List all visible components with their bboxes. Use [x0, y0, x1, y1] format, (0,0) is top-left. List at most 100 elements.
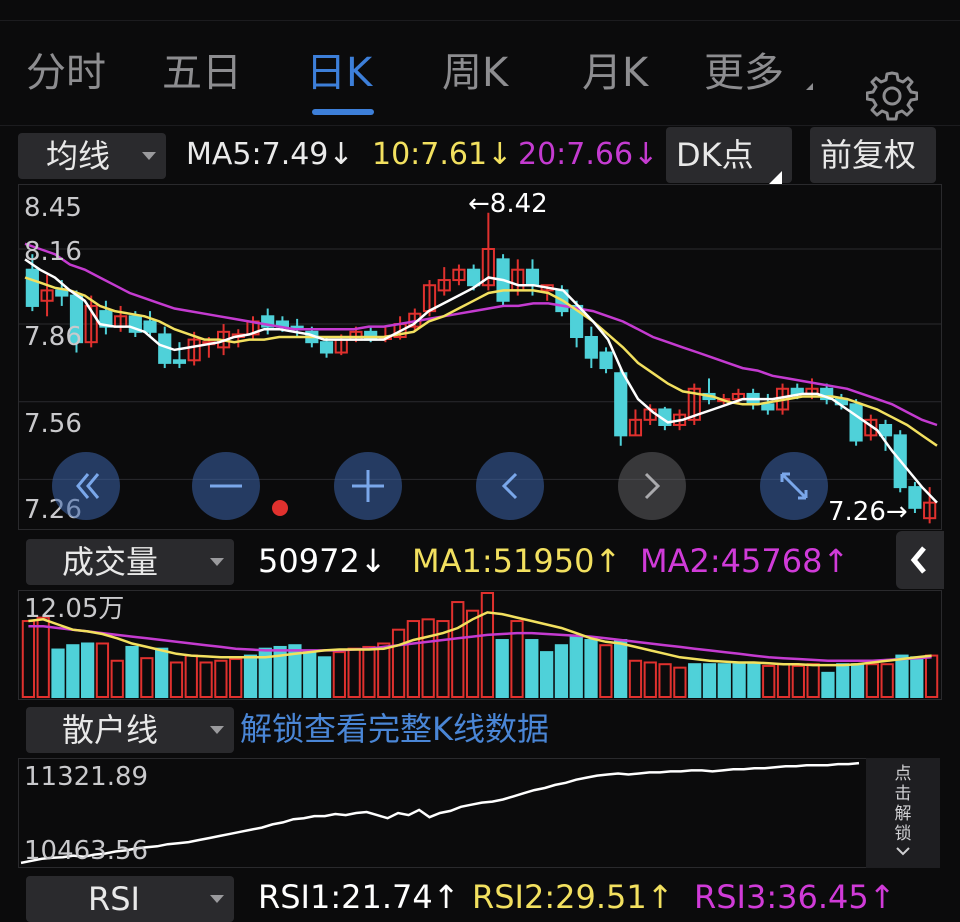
collapse-panel-button[interactable] [896, 531, 944, 589]
unlock-kline-link[interactable]: 解锁查看完整K线数据 [240, 709, 549, 749]
volume-bar [317, 656, 332, 698]
tab-five-day[interactable]: 五日 [162, 49, 242, 97]
chevron-left-icon [501, 472, 518, 500]
candle-body [761, 403, 775, 411]
volume-bar [229, 658, 243, 698]
volume-bar [732, 663, 746, 698]
volume-bar [125, 645, 139, 698]
volume-bar [495, 639, 509, 698]
volume-bar [747, 663, 761, 698]
rsi3-value: RSI3:36.45↑ [694, 878, 896, 916]
volume-bar [51, 648, 65, 698]
volume-bar [169, 661, 184, 699]
tab-daily-k[interactable]: 日K [306, 49, 372, 97]
unlock-char: 解 [894, 804, 912, 824]
volume-bar [910, 656, 924, 698]
price-axis-label: 7.56 [24, 409, 82, 439]
chevron-right-icon [644, 472, 661, 500]
volume-bar [776, 663, 791, 698]
candle-body [614, 372, 628, 437]
volume-bar [791, 664, 805, 698]
price-axis-label: 8.16 [24, 237, 82, 267]
volume-axis-label: 12.05万 [24, 594, 125, 624]
gear-icon[interactable] [865, 69, 919, 121]
volume-bar [540, 651, 554, 698]
minus-icon [210, 484, 242, 488]
volume-ma2: MA2:45768↑ [640, 542, 850, 580]
status-dot [272, 500, 288, 516]
volume-bar [673, 666, 687, 698]
volume-bar [155, 647, 169, 698]
double-chevron-left-icon [76, 473, 100, 499]
rsi-indicator-dropdown[interactable]: RSI [26, 876, 234, 922]
unlock-side-button[interactable]: 点 击 解 锁 [866, 758, 940, 868]
ma-indicator-label: 均线 [46, 137, 111, 175]
unlock-char: 击 [894, 784, 912, 804]
tab-intraday[interactable]: 分时 [26, 49, 106, 97]
volume-bar [243, 654, 258, 699]
tab-more[interactable]: 更多 [704, 49, 784, 97]
scroll-left-button[interactable] [476, 452, 544, 520]
volume-bar [850, 663, 865, 698]
volume-bar [525, 639, 539, 698]
volume-bar [584, 639, 598, 698]
volume-bar [214, 659, 228, 698]
volume-bar [614, 639, 628, 698]
volume-bar [480, 592, 495, 698]
ma5-value: MA5:7.49↓ [186, 137, 354, 172]
price-axis-label: 7.86 [24, 322, 82, 352]
volume-indicator-dropdown[interactable]: 成交量 [26, 539, 234, 585]
dk-point-button[interactable]: DK点 [666, 127, 792, 185]
candle-body [878, 424, 893, 437]
candle-body [849, 403, 863, 442]
volume-chart-panel[interactable] [18, 590, 942, 700]
scroll-start-button[interactable] [52, 452, 120, 520]
zoom-in-button[interactable] [334, 452, 402, 520]
low-price-annotation: 7.26→ [828, 497, 908, 527]
ma10-value: 10:7.61↓ [372, 137, 513, 172]
unlock-char: 锁 [894, 824, 912, 844]
volume-bar [643, 661, 657, 699]
candle-body [525, 268, 540, 287]
volume-bar [465, 609, 480, 698]
volume-bar [332, 651, 346, 698]
forward-adjust-label: 前复权 [820, 136, 917, 174]
volume-bar [880, 663, 894, 698]
volume-bar [451, 601, 465, 698]
chevron-down-icon [142, 152, 156, 160]
forward-adjust-button[interactable]: 前复权 [810, 127, 936, 183]
fullscreen-button[interactable] [760, 452, 828, 520]
volume-bar [95, 642, 110, 698]
active-tab-indicator [312, 109, 374, 115]
volume-bar [865, 663, 879, 698]
volume-bar [569, 635, 583, 698]
volume-bar [762, 664, 776, 698]
volume-bar [377, 642, 391, 698]
volume-bar [924, 654, 939, 699]
volume-bar [184, 654, 198, 699]
volume-bar [658, 663, 672, 698]
volume-indicator-label: 成交量 [62, 543, 159, 581]
scroll-right-button[interactable] [618, 452, 686, 520]
volume-bar [347, 647, 361, 698]
volume-bar [21, 620, 36, 699]
high-price-annotation: ←8.42 [468, 189, 548, 219]
tab-weekly-k[interactable]: 周K [442, 49, 508, 97]
candle-body [319, 341, 334, 354]
tab-monthly-k[interactable]: 月K [582, 49, 648, 97]
rsi1-value: RSI1:21.74↑ [258, 878, 460, 916]
period-tab-bar: 分时 五日 日K 周K 月K 更多 [0, 20, 960, 126]
volume-bar [66, 644, 80, 698]
volume-bar [199, 661, 213, 699]
volume-bar [806, 663, 820, 698]
unlock-char: 点 [894, 764, 912, 784]
chevron-down-icon [896, 847, 910, 856]
volume-bar [110, 659, 124, 698]
ma-indicator-dropdown[interactable]: 均线 [18, 133, 166, 179]
retail-indicator-dropdown[interactable]: 散户线 [26, 707, 234, 753]
volume-ma1: MA1:51950↑ [412, 542, 622, 580]
zoom-out-button[interactable] [192, 452, 260, 520]
plus-icon [352, 470, 384, 502]
rsi-indicator-label: RSI [88, 880, 140, 918]
retail-indicator-label: 散户线 [62, 711, 159, 749]
